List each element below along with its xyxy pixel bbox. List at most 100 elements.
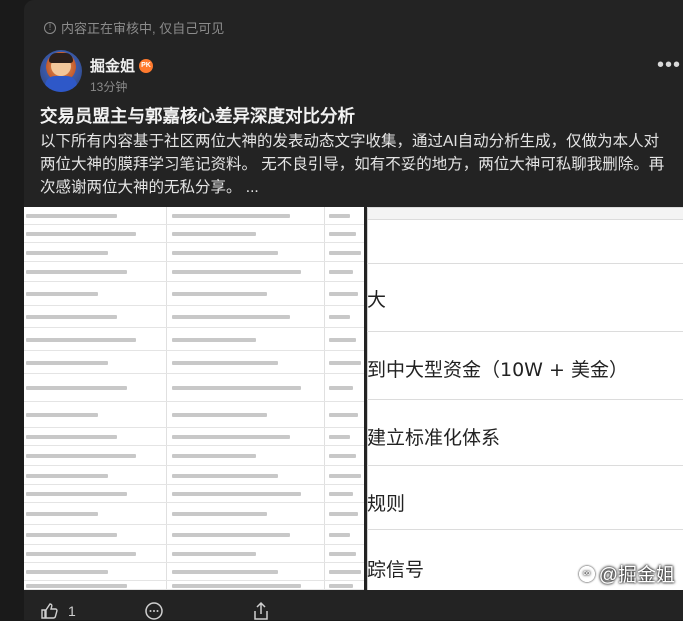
- table-cell: [26, 552, 137, 556]
- share-icon[interactable]: [252, 601, 270, 621]
- table-cell: [172, 386, 301, 390]
- table-cell: [26, 512, 98, 516]
- level-badge: PK: [139, 58, 154, 73]
- table-cell: [329, 315, 350, 319]
- table-cell: [26, 360, 108, 365]
- table-row: [24, 563, 364, 581]
- zoomed-row-divider: [367, 331, 683, 332]
- post-body[interactable]: 以下所有内容基于社区两位大神的发表动态文字收集，通过AI自动分析生成，仅做为本人…: [40, 130, 670, 199]
- table-cell: [172, 360, 279, 365]
- table-cell: [172, 533, 290, 537]
- table-cell: [329, 413, 359, 417]
- table-cell: [329, 454, 356, 458]
- post-title: 交易员盟主与郭嘉核心差异深度对比分析: [40, 106, 355, 126]
- post-card: ! 内容正在审核中, 仅自己可见 掘金姐 PK 13分钟 ••• 交易员盟主与郭…: [24, 0, 683, 620]
- table-cell: [172, 250, 279, 255]
- table-cell: [329, 492, 353, 496]
- table-row: [24, 374, 364, 402]
- more-options-button[interactable]: •••: [657, 55, 681, 75]
- table-cell: [329, 360, 362, 365]
- table-row: [24, 428, 364, 446]
- like-count: 1: [68, 603, 76, 619]
- review-notice-text: 内容正在审核中, 仅自己可见: [61, 21, 225, 36]
- table-cell: [172, 570, 279, 574]
- table-cell: [172, 337, 256, 342]
- zoomed-row-divider: [367, 399, 683, 400]
- table-cell: [329, 533, 350, 537]
- table-cell: [329, 435, 350, 439]
- table-cell: [172, 270, 301, 274]
- table-cell: [26, 584, 127, 588]
- zoomed-row-divider: [367, 263, 683, 264]
- post-time: 13分钟: [90, 80, 128, 94]
- table-row: [24, 402, 364, 428]
- table-row: [24, 446, 364, 466]
- review-notice: ! 内容正在审核中, 仅自己可见: [44, 18, 224, 37]
- table-cell: [26, 232, 137, 236]
- table-cell: [329, 292, 359, 296]
- table-row: [24, 503, 364, 525]
- zoomed-row-divider: [367, 529, 683, 530]
- thumbs-up-icon[interactable]: [40, 602, 58, 620]
- table-row: [24, 525, 364, 545]
- table-cell: [172, 214, 290, 218]
- table-row: [24, 262, 364, 282]
- table-cell: [26, 533, 118, 537]
- table-cell: [172, 584, 301, 588]
- table-cell: [26, 315, 118, 319]
- table-cell: [329, 337, 356, 342]
- table-cell: [26, 454, 137, 458]
- table-cell: [329, 386, 353, 390]
- image-grid: 大到中大型资金（10W + 美金） 建立标准化体系 规则 踪信号: [24, 207, 683, 590]
- table-cell: [172, 413, 268, 417]
- table-cell: [26, 292, 98, 296]
- action-bar: 1: [24, 598, 683, 620]
- table-cell: [172, 232, 256, 236]
- zoomed-row-text: 踪信号: [367, 559, 425, 581]
- table-cell: [26, 435, 118, 439]
- table-row: [24, 225, 364, 243]
- like-button[interactable]: 1: [40, 602, 76, 620]
- table-cell: [172, 473, 279, 478]
- table-cell: [329, 214, 350, 218]
- table-cell: [329, 250, 362, 255]
- table-cell: [329, 232, 356, 236]
- post-image-zoomed[interactable]: 大到中大型资金（10W + 美金） 建立标准化体系 规则 踪信号: [367, 207, 683, 590]
- zoomed-row-divider: [367, 465, 683, 466]
- table-row: [24, 485, 364, 503]
- table-cell: [26, 270, 127, 274]
- zoomed-row-text: 规则: [367, 493, 406, 515]
- table-cell: [172, 454, 256, 458]
- table-cell: [329, 473, 362, 478]
- watermark-logo-icon: ∞: [578, 565, 595, 582]
- table-row: [24, 351, 364, 374]
- table-row: [24, 466, 364, 485]
- author-name[interactable]: 掘金姐 PK: [90, 55, 154, 76]
- comment-icon[interactable]: [144, 601, 164, 621]
- post-image-table[interactable]: [24, 207, 364, 590]
- avatar[interactable]: [40, 50, 82, 92]
- watermark: ∞ @掘金姐: [578, 560, 675, 587]
- zoomed-row-divider: [367, 207, 683, 208]
- author-name-text[interactable]: 掘金姐: [90, 55, 135, 76]
- table-cell: [26, 250, 108, 255]
- table-cell: [26, 473, 108, 478]
- table-cell: [26, 214, 118, 218]
- table-cell: [172, 512, 268, 516]
- zoomed-row-text: 到中大型资金（10W + 美金）: [367, 359, 628, 381]
- table-cell: [329, 584, 353, 588]
- table-row: [24, 243, 364, 262]
- table-cell: [172, 552, 256, 556]
- table-cell: [26, 570, 108, 574]
- table-row: [24, 545, 364, 563]
- table-cell: [26, 492, 127, 496]
- table-cell: [329, 552, 356, 556]
- table-cell: [26, 413, 98, 417]
- table-cell: [172, 435, 290, 439]
- table-cell: [172, 315, 290, 319]
- table-cell: [329, 512, 359, 516]
- table-row: [24, 581, 364, 590]
- table-cell: [329, 270, 353, 274]
- table-cell: [172, 292, 268, 296]
- table-cell: [26, 337, 137, 342]
